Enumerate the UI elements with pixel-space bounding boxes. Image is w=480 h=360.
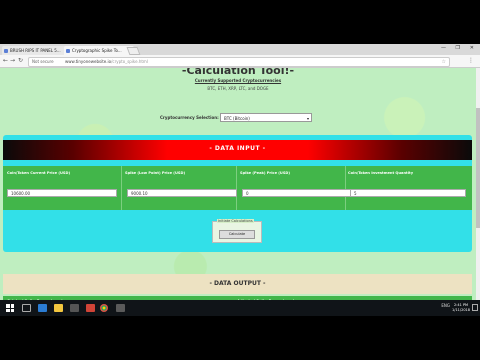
taskbar: ENG 2:41 PM 1/11/2018 <box>0 300 480 316</box>
notification-icon[interactable] <box>472 304 478 311</box>
chevron-down-icon: ▾ <box>306 116 309 121</box>
quantity-field[interactable]: 5 <box>350 189 466 197</box>
url-host: www.tinyonewebsite.io <box>65 59 112 64</box>
tray-lang[interactable]: ENG <box>441 303 450 308</box>
selection-label: Cryptocurrency Selection: <box>160 115 219 120</box>
close-window-icon[interactable]: ✕ <box>470 45 474 51</box>
menu-icon[interactable]: ⋮ <box>468 57 474 64</box>
input-header-peak-price: Spike (Peak) Price (USD) <box>240 171 291 175</box>
minimize-icon[interactable]: — <box>441 45 446 51</box>
crypto-select-value: BTC (Bitcoin) <box>224 116 250 121</box>
current-price-field[interactable]: 10600.00 <box>7 189 117 197</box>
maximize-icon[interactable]: ❐ <box>456 45 460 51</box>
page-content: -Calculation Tool!- Currently Supported … <box>0 68 476 316</box>
calc-legend: Initiate Calculations <box>217 219 254 223</box>
tab-2[interactable]: Cryptographic Spike To...× <box>64 46 134 55</box>
supported-heading: Currently Supported Cryptocurrencies <box>194 78 282 83</box>
scrollbar-thumb[interactable] <box>476 108 480 228</box>
crypto-select[interactable]: BTC (Bitcoin) ▾ <box>220 113 312 122</box>
clock[interactable]: 2:41 PM 1/11/2018 <box>452 303 470 313</box>
clock-date: 1/11/2018 <box>452 308 470 312</box>
bookmark-star-icon[interactable]: ☆ <box>442 58 446 66</box>
windows-start-icon[interactable] <box>6 304 14 312</box>
app-icon[interactable] <box>116 304 125 312</box>
back-icon[interactable]: ← <box>3 57 8 65</box>
new-tab-button[interactable] <box>126 47 141 55</box>
calculate-button[interactable]: Calculate <box>219 230 255 239</box>
supported-coins: BTC, ETH, XRP, LTC, and DOGE <box>207 86 269 91</box>
tab-1-label: BRUSH RIPS IT PANEL 5... <box>10 48 61 53</box>
peak-price-field[interactable]: 0 <box>242 189 352 197</box>
data-input-title: - DATA INPUT - <box>3 140 472 160</box>
file-explorer-icon[interactable] <box>54 304 63 312</box>
url-input[interactable]: Not secure www.tinyonewebsite.io/crypto_… <box>28 57 450 67</box>
favicon-icon <box>66 48 70 53</box>
page-title: -Calculation Tool!- <box>181 68 295 77</box>
data-output-title: - DATA OUTPUT - <box>3 274 472 294</box>
tab-1[interactable]: BRUSH RIPS IT PANEL 5...× <box>2 46 70 55</box>
low-price-field[interactable]: 9000.10 <box>127 189 237 197</box>
tab-2-label: Cryptographic Spike To... <box>72 48 122 53</box>
url-text: www.tinyonewebsite.io/crypto_spike.html <box>65 58 148 66</box>
edge-icon[interactable] <box>38 304 47 312</box>
address-bar: ← → ↻ Not secure www.tinyonewebsite.io/c… <box>0 55 480 68</box>
url-path: /crypto_spike.html <box>111 59 148 64</box>
reload-icon[interactable]: ↻ <box>18 57 23 65</box>
tab-bar: BRUSH RIPS IT PANEL 5...× Cryptographic … <box>0 44 480 55</box>
chrome-icon[interactable] <box>100 304 108 312</box>
store-icon[interactable] <box>70 304 79 312</box>
column-divider <box>345 166 346 210</box>
input-header-current-price: Coin/Token Current Price (USD) <box>7 171 71 175</box>
input-header-low-price: Spike (Low Point) Price (USD) <box>125 171 186 175</box>
browser-window: BRUSH RIPS IT PANEL 5...× Cryptographic … <box>0 44 480 316</box>
app-icon[interactable] <box>86 304 95 312</box>
column-divider <box>121 166 122 210</box>
favicon-icon <box>4 48 8 53</box>
task-view-icon[interactable] <box>22 304 31 312</box>
input-header-quantity: Coin/Token Investment Quantity <box>348 171 414 175</box>
page-scrollbar[interactable] <box>476 68 480 316</box>
column-divider <box>236 166 237 210</box>
secure-label[interactable]: Not secure <box>32 58 54 66</box>
input-table: Coin/Token Current Price (USD) Spike (Lo… <box>3 166 472 210</box>
forward-icon[interactable]: → <box>10 57 15 65</box>
